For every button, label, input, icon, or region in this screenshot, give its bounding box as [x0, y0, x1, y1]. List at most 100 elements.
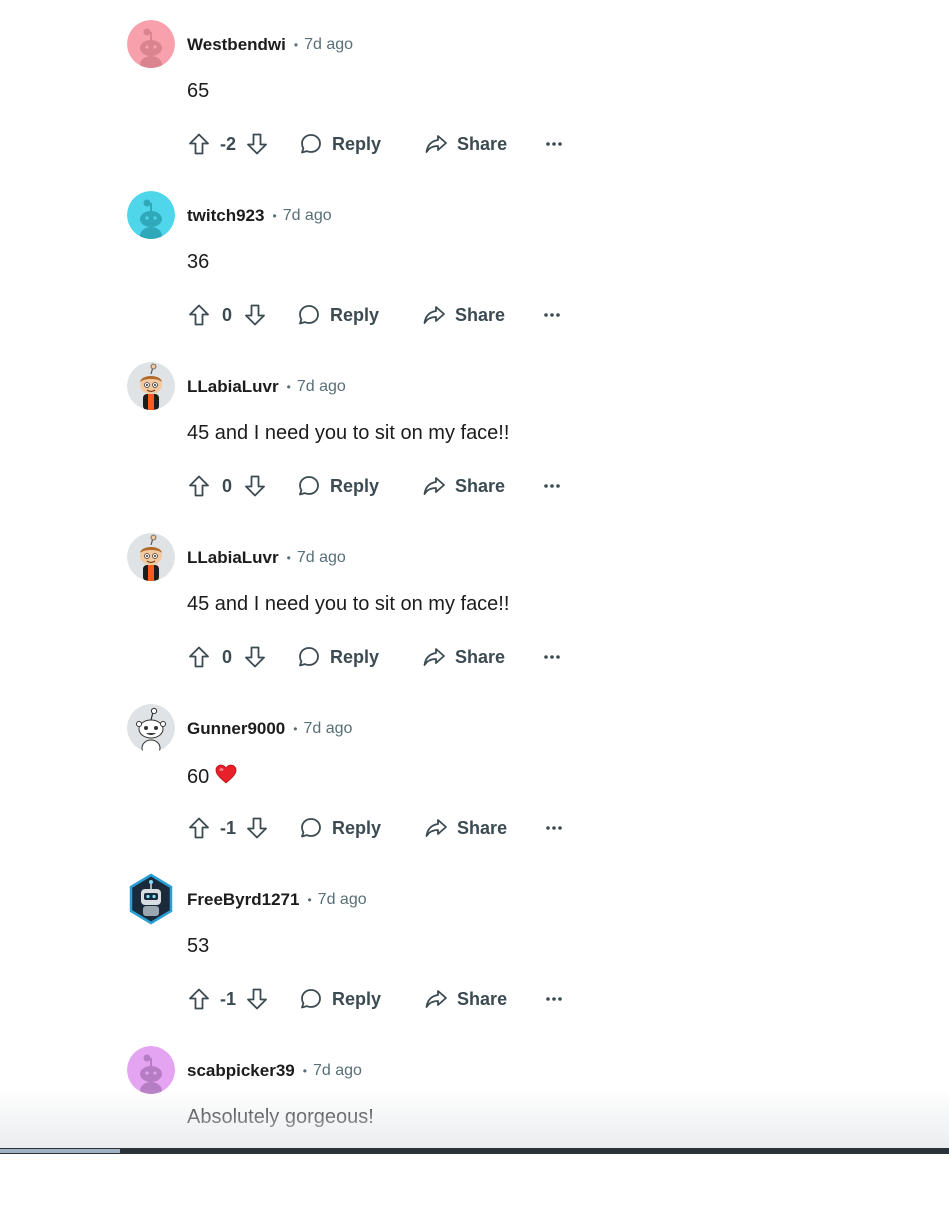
ellipsis-icon — [544, 313, 560, 317]
snoo-avatar-icon — [127, 1046, 175, 1094]
more-options-button[interactable] — [545, 825, 563, 831]
reply-button[interactable]: Reply — [298, 131, 381, 157]
upvote-button[interactable] — [186, 302, 212, 328]
comment-meta: scabpicker39 • 7d ago — [187, 1060, 362, 1082]
upvote-button[interactable] — [186, 986, 212, 1012]
upvote-arrow-icon — [189, 646, 209, 668]
comment-meta: FreeByrd1271 • 7d ago — [187, 889, 367, 911]
snoo-avatar-icon — [127, 20, 175, 68]
avatar[interactable] — [127, 191, 175, 239]
vote-group: 0 — [186, 302, 268, 328]
share-button[interactable]: Share — [421, 473, 505, 499]
avatar[interactable] — [127, 20, 175, 68]
downvote-button[interactable] — [242, 302, 268, 328]
timestamp[interactable]: 7d ago — [297, 378, 346, 396]
vote-score: 0 — [221, 475, 232, 496]
avatar[interactable] — [127, 704, 175, 752]
comment-body: 45 and I need you to sit on my face!! — [187, 422, 509, 445]
snoo-avatar-icon — [127, 191, 175, 239]
avatar[interactable] — [127, 362, 175, 410]
upvote-button[interactable] — [186, 131, 212, 157]
comment-text: 36 — [187, 251, 210, 273]
upvote-arrow-icon — [189, 475, 209, 497]
reply-button[interactable]: Reply — [296, 473, 379, 499]
upvote-arrow-icon — [189, 304, 209, 326]
downvote-button[interactable] — [244, 815, 270, 841]
ellipsis-icon — [546, 142, 562, 146]
reply-button[interactable]: Reply — [296, 644, 379, 670]
username-link[interactable]: scabpicker39 — [187, 1061, 295, 1081]
reply-label: Reply — [332, 133, 382, 154]
more-options-button[interactable] — [543, 483, 561, 489]
share-arrow-icon — [423, 131, 449, 157]
timestamp[interactable]: 7d ago — [303, 720, 352, 738]
downvote-button[interactable] — [244, 131, 270, 157]
username-link[interactable]: LLabiaLuvr — [187, 548, 279, 568]
comment: FreeByrd1271 • 7d ago 53 -1 Reply Share — [0, 873, 949, 1046]
comment-meta: Gunner9000 • 7d ago — [187, 718, 352, 740]
ellipsis-icon — [546, 997, 562, 1001]
comment-meta: LLabiaLuvr • 7d ago — [187, 376, 346, 398]
comment: Westbendwi • 7d ago 65 -2 Reply Share — [0, 20, 949, 191]
comment: LLabiaLuvr • 7d ago 45 and I need you to… — [0, 362, 949, 533]
comment-body: 60 — [187, 764, 237, 790]
avatar[interactable] — [127, 873, 175, 925]
avatar[interactable] — [127, 533, 175, 581]
share-arrow-icon — [421, 644, 447, 670]
upvote-arrow-icon — [189, 988, 209, 1010]
downvote-button[interactable] — [242, 473, 268, 499]
username-link[interactable]: twitch923 — [187, 206, 264, 226]
vote-group: 0 — [186, 644, 268, 670]
reply-button[interactable]: Reply — [296, 302, 379, 328]
downvote-arrow-icon — [245, 304, 265, 326]
more-options-button[interactable] — [545, 996, 563, 1002]
timestamp[interactable]: 7d ago — [313, 1062, 362, 1080]
ellipsis-icon — [544, 484, 560, 488]
username-link[interactable]: FreeByrd1271 — [187, 890, 299, 910]
upvote-button[interactable] — [186, 644, 212, 670]
vote-score: 0 — [221, 646, 232, 667]
comment-text: 53 — [187, 935, 210, 957]
custom-snoo-avatar-icon — [127, 533, 175, 581]
comment-text: 45 and I need you to sit on my face!! — [187, 593, 510, 615]
username-link[interactable]: LLabiaLuvr — [187, 377, 279, 397]
username-link[interactable]: Gunner9000 — [187, 719, 285, 739]
share-button[interactable]: Share — [423, 131, 507, 157]
custom-snoo-avatar-icon — [127, 362, 175, 410]
upvote-button[interactable] — [186, 473, 212, 499]
hex-robot-avatar-icon — [129, 873, 173, 925]
reply-button[interactable]: Reply — [298, 815, 381, 841]
downvote-arrow-icon — [247, 817, 267, 839]
more-options-button[interactable] — [545, 141, 563, 147]
upvote-arrow-icon — [189, 817, 209, 839]
timestamp[interactable]: 7d ago — [283, 207, 332, 225]
reply-button[interactable]: Reply — [298, 986, 381, 1012]
more-options-button[interactable] — [543, 312, 561, 318]
share-button[interactable]: Share — [423, 815, 507, 841]
separator-dot: • — [293, 722, 298, 736]
upvote-arrow-icon — [189, 133, 209, 155]
downvote-button[interactable] — [242, 644, 268, 670]
reply-label: Reply — [330, 646, 380, 667]
more-options-button[interactable] — [543, 654, 561, 660]
comment-actions: 0 Reply Share — [186, 466, 561, 506]
timestamp[interactable]: 7d ago — [297, 549, 346, 567]
share-label: Share — [457, 988, 508, 1009]
downvote-button[interactable] — [244, 986, 270, 1012]
separator-dot: • — [293, 38, 299, 52]
comment-text: 65 — [187, 80, 210, 102]
vote-score: -1 — [220, 817, 237, 838]
avatar[interactable] — [127, 1046, 175, 1094]
timestamp[interactable]: 7d ago — [318, 891, 367, 909]
timestamp[interactable]: 7d ago — [304, 36, 353, 54]
vote-score: -1 — [220, 988, 237, 1009]
username-link[interactable]: Westbendwi — [187, 35, 286, 55]
share-button[interactable]: Share — [423, 986, 507, 1012]
reply-bubble-icon — [296, 644, 322, 670]
share-button[interactable]: Share — [421, 644, 505, 670]
comment: LLabiaLuvr • 7d ago 45 and I need you to… — [0, 533, 949, 704]
upvote-button[interactable] — [186, 815, 212, 841]
comment-actions: -1 Reply Share — [186, 979, 563, 1019]
share-button[interactable]: Share — [421, 302, 505, 328]
share-label: Share — [455, 475, 506, 496]
